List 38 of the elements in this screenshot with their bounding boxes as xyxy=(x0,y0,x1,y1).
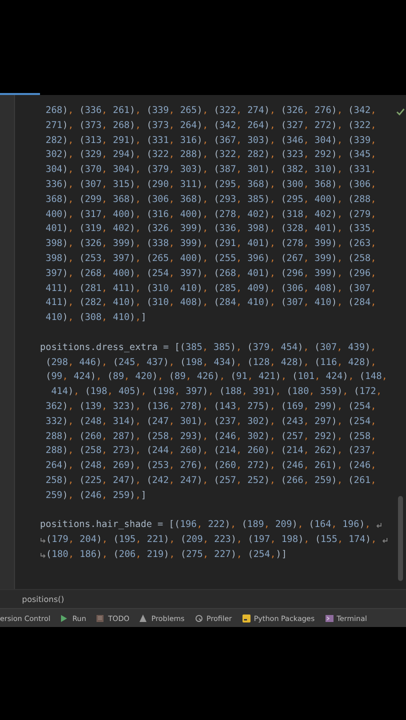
code-line: 258), (225, 247), (242, 247), (257, 252), (266, 259), (261, xyxy=(44,474,376,488)
breadcrumb[interactable]: positions() xyxy=(22,594,64,604)
code-line: (298, 446), (245, 437), (198, 434), (128, 428), (116, 428), xyxy=(44,356,376,370)
code-line: 398), (326, 399), (338, 399), (291, 401), (278, 399), (263, xyxy=(44,237,376,252)
code-line: 288), (258, 273), (244, 260), (214, 260), (214, 262), (237, xyxy=(44,444,376,458)
run-icon xyxy=(60,614,70,622)
code-line: 397), (268, 400), (254, 397), (268, 401), (296, 399), (296, xyxy=(44,266,376,281)
code-line: 332), (248, 314), (247, 301), (237, 302), (243, 297), (254, xyxy=(44,414,376,429)
scrollbar-thumb[interactable] xyxy=(398,496,402,581)
code-line: 410), (308, 410),] xyxy=(44,311,146,326)
code-line: 259), (246, 259),] xyxy=(44,488,146,503)
code-line: 362), (139, 323), (136, 278), (143, 275), (169, 299), (254, xyxy=(44,400,376,414)
code-line: 271), (373, 268), (373, 264), (342, 264), (327, 272), (322, xyxy=(44,118,376,133)
code-line: positions.hair_shade = [(196, 222), (189, 209), (164, 196), xyxy=(40,518,372,532)
code-line: 336), (307, 315), (290, 311), (295, 368), (300, 368), (306, xyxy=(44,178,376,192)
code-line: 401), (319, 402), (326, 399), (336, 398), (328, 401), (335, xyxy=(44,222,376,236)
package-icon xyxy=(242,614,251,622)
code-line: 411), (281, 411), (310, 410), (285, 409), (306, 408), (307, xyxy=(44,282,376,296)
code-line: 304), (370, 304), (379, 303), (387, 301), (382, 310), (331, xyxy=(44,163,376,178)
code-line: 264), (248, 269), (253, 276), (260, 272), (246, 261), (246, xyxy=(44,459,376,474)
code-line: 288), (260, 287), (258, 293), (246, 302), (257, 292), (258, xyxy=(44,430,376,444)
terminal-icon xyxy=(324,614,334,622)
code-line: 368), (299, 368), (306, 368), (293, 385), (295, 400), (288, xyxy=(44,192,376,207)
code-line: 411), (282, 410), (310, 408), (284, 410), (307, 410), (284, xyxy=(44,296,376,310)
check-icon xyxy=(396,108,404,116)
code-line: 400), (317, 400), (316, 400), (278, 402), (318, 402), (279, xyxy=(44,208,376,222)
code-line: 282), (313, 291), (331, 316), (367, 303), (346, 304), (339, xyxy=(44,134,376,148)
code-line: (179, 204), (195, 221), (209, 223), (197, 198), (155, 174), xyxy=(46,533,378,548)
profiler-icon xyxy=(194,614,204,622)
code-line: 268), (336, 261), (339, 265), (322, 274), (326, 276), (342, xyxy=(44,104,376,118)
code-line: 302), (329, 294), (322, 288), (322, 282), (323, 292), (345, xyxy=(44,148,376,162)
code-line: 398), (253, 397), (265, 400), (255, 396), (267, 399), (258, xyxy=(44,252,376,266)
code-line: (180, 186), (206, 219), (275, 227), (254,)] xyxy=(46,548,287,562)
code-line: positions.dress_extra = [(385, 385), (379, 454), (307, 439), xyxy=(40,340,376,355)
code-line: 414), (198, 405), (198, 397), (188, 391), (180, 359), (172, xyxy=(50,385,382,400)
warning-icon xyxy=(139,614,148,622)
code-line: (99, 424), (89, 420), (89, 426), (91, 421), (101, 424), (148, xyxy=(44,370,388,384)
list-icon xyxy=(96,614,106,622)
